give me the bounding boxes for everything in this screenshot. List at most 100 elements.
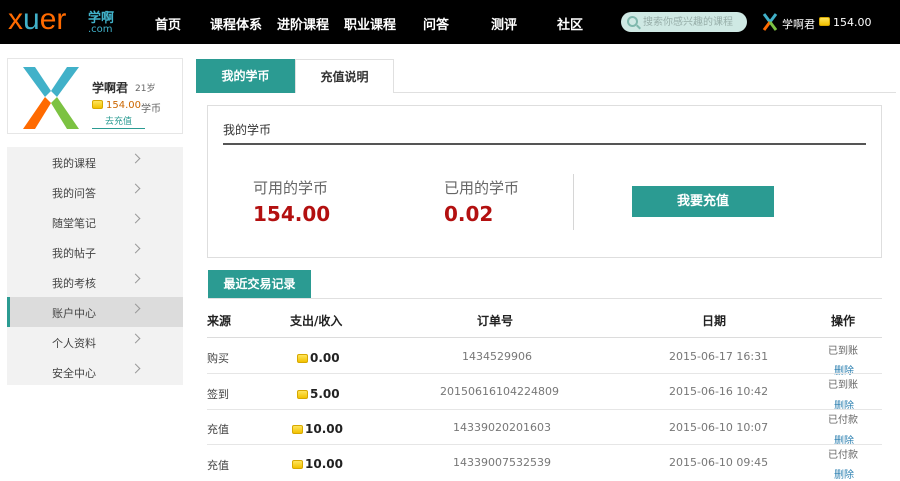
chevron-right-icon <box>130 213 141 224</box>
divider <box>207 409 882 410</box>
nav-qa[interactable]: 问答 <box>423 14 449 33</box>
nav-home[interactable]: 首页 <box>155 14 181 33</box>
chevron-right-icon <box>130 333 141 344</box>
nav-community[interactable]: 社区 <box>557 14 583 33</box>
row-amount-value: 10.00 <box>305 422 343 436</box>
divider <box>207 444 882 445</box>
divider <box>207 337 882 338</box>
sidebar-item-label: 我的考核 <box>52 277 96 290</box>
chevron-right-icon <box>130 153 141 164</box>
top-balance: 154.00 <box>833 16 872 29</box>
chevron-right-icon <box>130 363 141 374</box>
coin-icon <box>819 17 830 26</box>
row-source: 充值 <box>207 459 229 472</box>
top-user-name[interactable]: 学啊君 <box>782 16 815 32</box>
column-header-source: 来源 <box>207 314 232 328</box>
sidebar-item-my-qa[interactable]: 我的问答 <box>7 177 183 207</box>
sidebar-item-my-exams[interactable]: 我的考核 <box>7 267 183 297</box>
logo-text: xuer <box>8 3 67 36</box>
row-amount: 0.00 <box>297 351 340 365</box>
tab-recharge-info[interactable]: 充值说明 <box>295 59 394 93</box>
sidebar-menu: 我的课程 我的问答 随堂笔记 我的帖子 我的考核 账户中心 个人资料 安全中心 <box>7 147 183 385</box>
row-amount: 5.00 <box>297 387 340 401</box>
sidebar-item-label: 账户中心 <box>52 307 96 320</box>
sidebar-item-label: 我的课程 <box>52 157 96 170</box>
row-date: 2015-06-10 09:45 <box>669 456 769 469</box>
profile-card: 学啊君 21岁 154.00 学币 去充值 <box>7 58 183 134</box>
profile-balance: 154.00 <box>106 100 141 111</box>
sidebar-item-label: 我的帖子 <box>52 247 96 260</box>
tab-my-coins[interactable]: 我的学币 <box>196 59 295 93</box>
search-box <box>621 12 747 32</box>
top-navbar: xuer 学啊 .com 首页 课程体系 进阶课程 职业课程 问答 测评 社区 … <box>0 0 900 44</box>
available-coins-value: 154.00 <box>253 202 331 226</box>
nav-course-system[interactable]: 课程体系 <box>210 14 262 33</box>
row-source: 购买 <box>207 352 229 365</box>
row-source: 充值 <box>207 423 229 436</box>
recharge-button[interactable]: 我要充值 <box>632 186 774 217</box>
profile-recharge-link[interactable]: 去充值 <box>92 116 145 129</box>
xuer-avatar-icon <box>23 67 79 129</box>
row-amount-value: 10.00 <box>305 457 343 471</box>
sidebar-item-label: 随堂笔记 <box>52 217 96 230</box>
chevron-right-icon <box>130 243 141 254</box>
row-status: 已付款 <box>828 450 858 461</box>
sidebar-item-my-courses[interactable]: 我的课程 <box>7 147 183 177</box>
row-amount: 10.00 <box>292 422 343 436</box>
row-amount: 10.00 <box>292 457 343 471</box>
sidebar-item-label: 个人资料 <box>52 337 96 350</box>
row-delete-link[interactable]: 删除 <box>834 466 854 481</box>
row-order-number: 14339020201603 <box>453 421 551 434</box>
nav-advanced-courses[interactable]: 进阶课程 <box>277 14 329 33</box>
row-status: 已付款 <box>828 415 858 426</box>
logo-com: .com <box>88 24 113 35</box>
coin-icon <box>92 100 103 109</box>
used-coins-value: 0.02 <box>444 202 494 226</box>
coin-balance-panel: 我的学币 可用的学币 154.00 已用的学币 0.02 我要充值 <box>207 105 882 258</box>
divider <box>223 143 866 145</box>
sidebar-item-my-posts[interactable]: 我的帖子 <box>7 237 183 267</box>
column-header-action: 操作 <box>831 314 856 328</box>
row-status: 已到账 <box>828 346 858 357</box>
row-date: 2015-06-17 16:31 <box>669 350 769 363</box>
row-status: 已到账 <box>828 380 858 391</box>
row-amount-value: 0.00 <box>310 351 340 365</box>
divider <box>573 174 574 230</box>
nav-career-courses[interactable]: 职业课程 <box>344 14 396 33</box>
search-icon[interactable] <box>627 16 638 27</box>
recent-transactions-tab[interactable]: 最近交易记录 <box>208 270 311 298</box>
sidebar-item-security[interactable]: 安全中心 <box>7 357 183 387</box>
sidebar-item-label: 我的问答 <box>52 187 96 200</box>
row-date: 2015-06-16 10:42 <box>669 385 769 398</box>
search-input[interactable] <box>643 14 743 30</box>
column-header-date: 日期 <box>702 314 727 328</box>
divider <box>207 373 882 374</box>
profile-name: 学啊君 <box>92 81 129 95</box>
tab-bar: 我的学币 充值说明 <box>196 59 896 93</box>
row-order-number: 20150616104224809 <box>440 385 559 398</box>
coin-icon <box>297 390 308 399</box>
profile-unit: 学币 <box>141 104 161 115</box>
profile-age: 21岁 <box>135 84 156 94</box>
coin-icon <box>297 354 308 363</box>
chevron-right-icon <box>130 273 141 284</box>
sidebar-item-label: 安全中心 <box>52 367 96 380</box>
chevron-right-icon <box>130 183 141 194</box>
divider <box>208 298 882 299</box>
column-header-order: 订单号 <box>477 314 514 328</box>
row-order-number: 1434529906 <box>462 350 532 363</box>
row-order-number: 14339007532539 <box>453 456 551 469</box>
row-date: 2015-06-10 10:07 <box>669 421 769 434</box>
sidebar-item-profile[interactable]: 个人资料 <box>7 327 183 357</box>
sidebar-item-account-center[interactable]: 账户中心 <box>7 297 183 327</box>
row-amount-value: 5.00 <box>310 387 340 401</box>
nav-assessment[interactable]: 测评 <box>491 14 517 33</box>
user-avatar-icon[interactable] <box>762 13 778 31</box>
row-delete-link[interactable]: 删除 <box>834 362 854 377</box>
sidebar-item-notes[interactable]: 随堂笔记 <box>7 207 183 237</box>
coin-icon <box>292 425 303 434</box>
coin-icon <box>292 460 303 469</box>
available-coins-label: 可用的学币 <box>253 179 329 197</box>
panel-title: 我的学币 <box>223 123 272 137</box>
used-coins-label: 已用的学币 <box>444 179 520 197</box>
